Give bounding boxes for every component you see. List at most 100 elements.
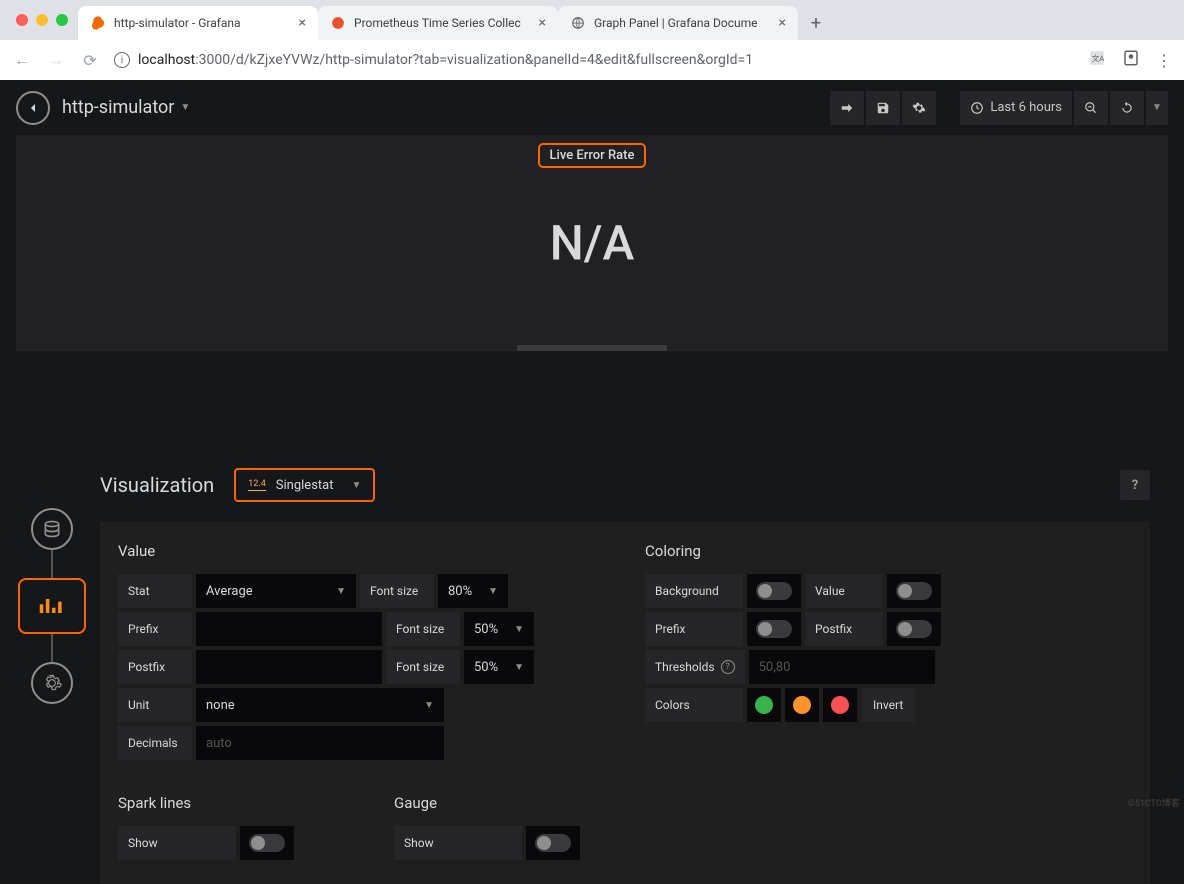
group-title: Coloring bbox=[645, 542, 1132, 560]
refresh-interval-button[interactable]: ▼ bbox=[1146, 91, 1168, 125]
save-button[interactable] bbox=[866, 91, 900, 125]
background-toggle[interactable] bbox=[747, 574, 801, 608]
editor-section: Visualization 12.4 Singlestat ▼ ? Value … bbox=[100, 460, 1150, 884]
tab-docs[interactable]: Graph Panel | Grafana Docume × bbox=[558, 6, 798, 40]
group-title: Gauge bbox=[394, 794, 580, 812]
dashboard-toolbar: http-simulator ▼ Last 6 hours ▼ bbox=[0, 80, 1184, 135]
tab-strip: http-simulator - Grafana × Prometheus Ti… bbox=[0, 0, 1184, 40]
maximize-window[interactable] bbox=[56, 14, 68, 26]
visualization-tab[interactable] bbox=[18, 578, 86, 634]
value-color-label: Value bbox=[805, 574, 883, 608]
stat-select[interactable]: Average▼ bbox=[196, 574, 356, 608]
window-controls bbox=[10, 0, 78, 40]
grafana-icon bbox=[90, 15, 106, 31]
prefix-label: Prefix bbox=[118, 612, 192, 646]
resize-handle[interactable] bbox=[517, 345, 667, 351]
thresholds-label: Thresholds? bbox=[645, 650, 745, 684]
sparklines-toggle[interactable] bbox=[240, 826, 294, 860]
tab-title: http-simulator - Grafana bbox=[114, 16, 241, 30]
minimize-window[interactable] bbox=[36, 14, 48, 26]
close-tab-icon[interactable]: × bbox=[539, 15, 546, 31]
fontsize-label: Font size bbox=[360, 574, 434, 608]
general-tab[interactable] bbox=[31, 662, 73, 704]
show-gauge-label: Show bbox=[394, 826, 522, 860]
share-button[interactable] bbox=[830, 91, 864, 125]
prometheus-icon bbox=[330, 15, 346, 31]
thresholds-input[interactable] bbox=[749, 650, 935, 684]
postfix-fontsize-select[interactable]: 50%▼ bbox=[464, 650, 534, 684]
show-sparklines-label: Show bbox=[118, 826, 236, 860]
url-field[interactable]: i localhost:3000/d/kZjxeYVWz/http-simula… bbox=[114, 52, 1074, 68]
watermark: ©51CTO博客 bbox=[1128, 796, 1180, 809]
postfix-input[interactable] bbox=[196, 650, 382, 684]
tab-title: Prometheus Time Series Collec bbox=[354, 16, 521, 30]
queries-tab[interactable] bbox=[31, 508, 73, 550]
sparklines-options: Spark lines Show bbox=[118, 794, 294, 864]
dashboard-title[interactable]: http-simulator ▼ bbox=[62, 97, 190, 118]
chevron-down-icon: ▼ bbox=[180, 102, 190, 113]
coloring-options: Coloring Background Value Prefix Postfix bbox=[645, 542, 1132, 764]
value-options: Value Stat Average▼ Font size 80%▼ Prefi… bbox=[118, 542, 605, 764]
fontsize-label: Font size bbox=[386, 612, 460, 646]
chevron-down-icon: ▼ bbox=[351, 480, 361, 491]
globe-icon bbox=[570, 15, 586, 31]
decimals-input[interactable] bbox=[196, 726, 444, 760]
postfix-toggle[interactable] bbox=[887, 612, 941, 646]
settings-button[interactable] bbox=[902, 91, 936, 125]
close-tab-icon[interactable]: × bbox=[779, 15, 786, 31]
background-label: Background bbox=[645, 574, 743, 608]
viz-type-label: Singlestat bbox=[276, 478, 334, 493]
close-tab-icon[interactable]: × bbox=[299, 15, 306, 31]
colors-label: Colors bbox=[645, 688, 743, 722]
section-header: Visualization 12.4 Singlestat ▼ ? bbox=[100, 460, 1150, 522]
tab-grafana[interactable]: http-simulator - Grafana × bbox=[78, 6, 318, 40]
color-2[interactable] bbox=[785, 688, 819, 722]
options-panel: Value Stat Average▼ Font size 80%▼ Prefi… bbox=[100, 522, 1150, 884]
invert-button[interactable]: Invert bbox=[861, 688, 915, 722]
menu-icon[interactable]: ⋮ bbox=[1156, 51, 1172, 70]
forward-icon[interactable]: → bbox=[46, 50, 66, 70]
section-title: Visualization bbox=[100, 473, 214, 497]
visualization-picker[interactable]: 12.4 Singlestat ▼ bbox=[234, 468, 375, 502]
postfix-label: Postfix bbox=[118, 650, 192, 684]
time-range-label: Last 6 hours bbox=[990, 100, 1062, 115]
zoom-out-button[interactable] bbox=[1074, 91, 1108, 125]
panel-title[interactable]: Live Error Rate bbox=[538, 143, 647, 168]
color-1[interactable] bbox=[747, 688, 781, 722]
gauge-options: Gauge Show bbox=[394, 794, 580, 864]
prefix-fontsize-select[interactable]: 50%▼ bbox=[464, 612, 534, 646]
browser-chrome: http-simulator - Grafana × Prometheus Ti… bbox=[0, 0, 1184, 80]
group-title: Spark lines bbox=[118, 794, 294, 812]
decimals-label: Decimals bbox=[118, 726, 192, 760]
site-info-icon[interactable]: i bbox=[114, 52, 130, 68]
new-tab-button[interactable]: + bbox=[802, 9, 830, 37]
profile-icon[interactable] bbox=[1122, 49, 1140, 71]
close-window[interactable] bbox=[16, 14, 28, 26]
help-icon[interactable]: ? bbox=[721, 660, 735, 674]
tab-title: Graph Panel | Grafana Docume bbox=[594, 16, 758, 30]
fontsize-label: Font size bbox=[386, 650, 460, 684]
translate-icon[interactable]: 文A bbox=[1088, 49, 1106, 71]
stat-label: Stat bbox=[118, 574, 192, 608]
grafana-app: http-simulator ▼ Last 6 hours ▼ Live Err… bbox=[0, 80, 1184, 811]
help-button[interactable]: ? bbox=[1120, 470, 1150, 500]
back-button[interactable] bbox=[16, 91, 50, 125]
stat-fontsize-select[interactable]: 80%▼ bbox=[438, 574, 508, 608]
panel-preview: Live Error Rate N/A bbox=[16, 135, 1168, 351]
prefix-color-label: Prefix bbox=[645, 612, 743, 646]
unit-select[interactable]: none▼ bbox=[196, 688, 444, 722]
gauge-toggle[interactable] bbox=[526, 826, 580, 860]
address-bar: ← → ⟳ i localhost:3000/d/kZjxeYVWz/http-… bbox=[0, 40, 1184, 80]
time-range-picker[interactable]: Last 6 hours bbox=[960, 91, 1072, 125]
back-icon[interactable]: ← bbox=[12, 50, 32, 70]
prefix-toggle[interactable] bbox=[747, 612, 801, 646]
refresh-button[interactable] bbox=[1110, 91, 1144, 125]
url-text: localhost:3000/d/kZjxeYVWz/http-simulato… bbox=[138, 52, 753, 68]
postfix-color-label: Postfix bbox=[805, 612, 883, 646]
reload-icon[interactable]: ⟳ bbox=[80, 51, 100, 70]
tab-prometheus[interactable]: Prometheus Time Series Collec × bbox=[318, 6, 558, 40]
prefix-input[interactable] bbox=[196, 612, 382, 646]
svg-text:文A: 文A bbox=[1092, 53, 1105, 63]
color-3[interactable] bbox=[823, 688, 857, 722]
value-toggle[interactable] bbox=[887, 574, 941, 608]
